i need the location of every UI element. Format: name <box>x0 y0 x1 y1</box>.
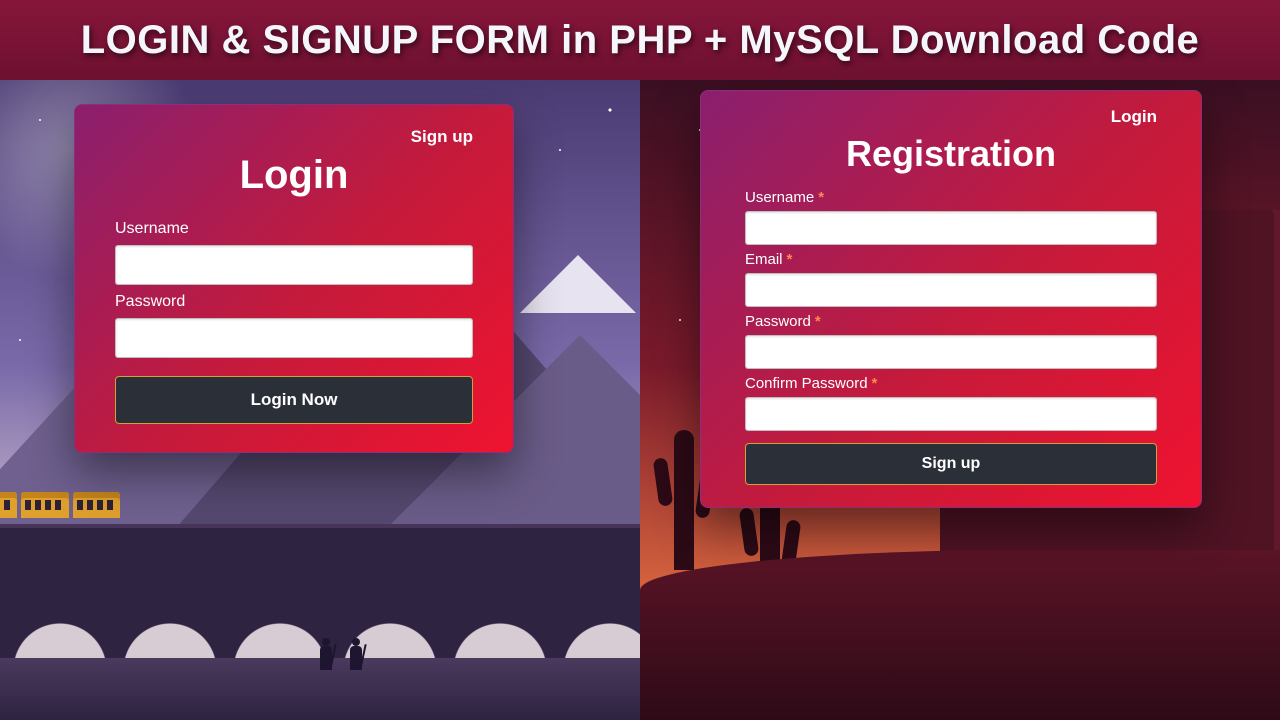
banner-title: LOGIN & SIGNUP FORM in PHP + MySQL Downl… <box>81 18 1200 63</box>
username-label: Username <box>115 220 473 238</box>
required-marker: * <box>815 313 821 330</box>
page-banner: LOGIN & SIGNUP FORM in PHP + MySQL Downl… <box>0 0 1280 80</box>
signup-link[interactable]: Sign up <box>115 127 473 147</box>
cactus-icon <box>674 430 694 570</box>
login-heading: Login <box>115 153 473 198</box>
login-button[interactable]: Login Now <box>115 376 473 424</box>
reg-password-label: Password* <box>745 313 1157 330</box>
reg-email-input[interactable] <box>745 273 1157 307</box>
reg-confirm-label: Confirm Password* <box>745 375 1157 392</box>
pane-signup: Login Registration Username* Email* Pass… <box>640 80 1280 720</box>
ground-right <box>640 550 1280 720</box>
required-marker: * <box>787 251 793 268</box>
reg-password-input[interactable] <box>745 335 1157 369</box>
required-marker: * <box>872 375 878 392</box>
stage: Sign up Login Username Password Login No… <box>0 80 1280 720</box>
required-marker: * <box>818 189 824 206</box>
reg-email-label: Email* <box>745 251 1157 268</box>
password-label: Password <box>115 293 473 311</box>
reg-username-input[interactable] <box>745 211 1157 245</box>
reg-username-label: Username* <box>745 189 1157 206</box>
login-card: Sign up Login Username Password Login No… <box>74 104 514 453</box>
login-link[interactable]: Login <box>745 107 1157 127</box>
signup-card: Login Registration Username* Email* Pass… <box>700 90 1202 508</box>
pane-login: Sign up Login Username Password Login No… <box>0 80 640 720</box>
train-icon <box>0 492 120 524</box>
signup-button[interactable]: Sign up <box>745 443 1157 485</box>
reg-confirm-input[interactable] <box>745 397 1157 431</box>
signup-heading: Registration <box>745 133 1157 175</box>
password-input[interactable] <box>115 318 473 358</box>
hikers-icon <box>320 646 362 670</box>
username-input[interactable] <box>115 245 473 285</box>
